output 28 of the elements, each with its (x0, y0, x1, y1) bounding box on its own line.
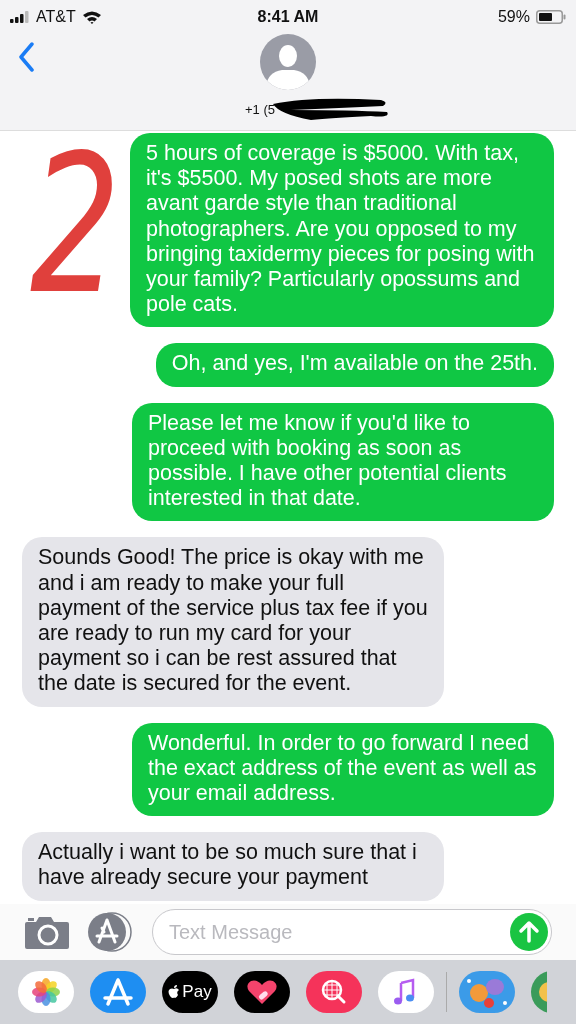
battery-icon (536, 10, 566, 24)
image-search-app-icon[interactable] (306, 971, 362, 1013)
signal-icon (10, 11, 30, 23)
photos-app-icon[interactable] (18, 971, 74, 1013)
carrier-name: AT&T (36, 8, 76, 26)
sticker-app-icon[interactable] (459, 971, 515, 1013)
received-message: Sounds Good! The price is okay with me and i am ready to make your full payment of the service plus tax fee if you are ready to run my card for your payment so i can be rest assured that the date is secured for the event. (22, 537, 444, 707)
sent-message: Wonderful. In order to go forward I need the exact address of the event as well as your email address. (132, 722, 554, 817)
apple-pay-app[interactable]: Pay (162, 971, 218, 1013)
app-icon[interactable] (531, 971, 547, 1013)
app-store-icon[interactable] (90, 971, 146, 1013)
sent-message: 5 hours of coverage is $5000. With tax, it's $5500. My posed shots are more avant garde style than traditional photographers. Are you opposed to my bringing taxidermy pieces for posing with your family? Particularly opossums and pole cats. (130, 133, 554, 328)
message-input[interactable]: Text Message (152, 909, 552, 955)
camera-icon[interactable] (24, 915, 70, 949)
contact-number[interactable]: +1 (5 (245, 101, 275, 117)
apple-icon (168, 985, 181, 999)
avatar-icon[interactable] (260, 34, 316, 90)
music-app-icon[interactable] (378, 971, 434, 1013)
send-icon[interactable] (510, 913, 548, 951)
heart-app-icon[interactable] (234, 971, 290, 1013)
wifi-icon (81, 10, 102, 24)
handwritten-annotation: 2 (30, 131, 121, 321)
received-message: Actually i want to be so much sure that i have already secure your payment (22, 832, 444, 901)
back-icon[interactable] (18, 42, 34, 72)
battery-percent: 59% (497, 8, 530, 26)
sent-message: Please let me know if you'd like to proceed with booking as soon as possible. I have other potential clients interested in that date. (132, 402, 554, 522)
sent-message: Oh, and yes, I'm available on the 25th. (155, 343, 554, 387)
status-time: 8:41 AM (257, 8, 319, 26)
